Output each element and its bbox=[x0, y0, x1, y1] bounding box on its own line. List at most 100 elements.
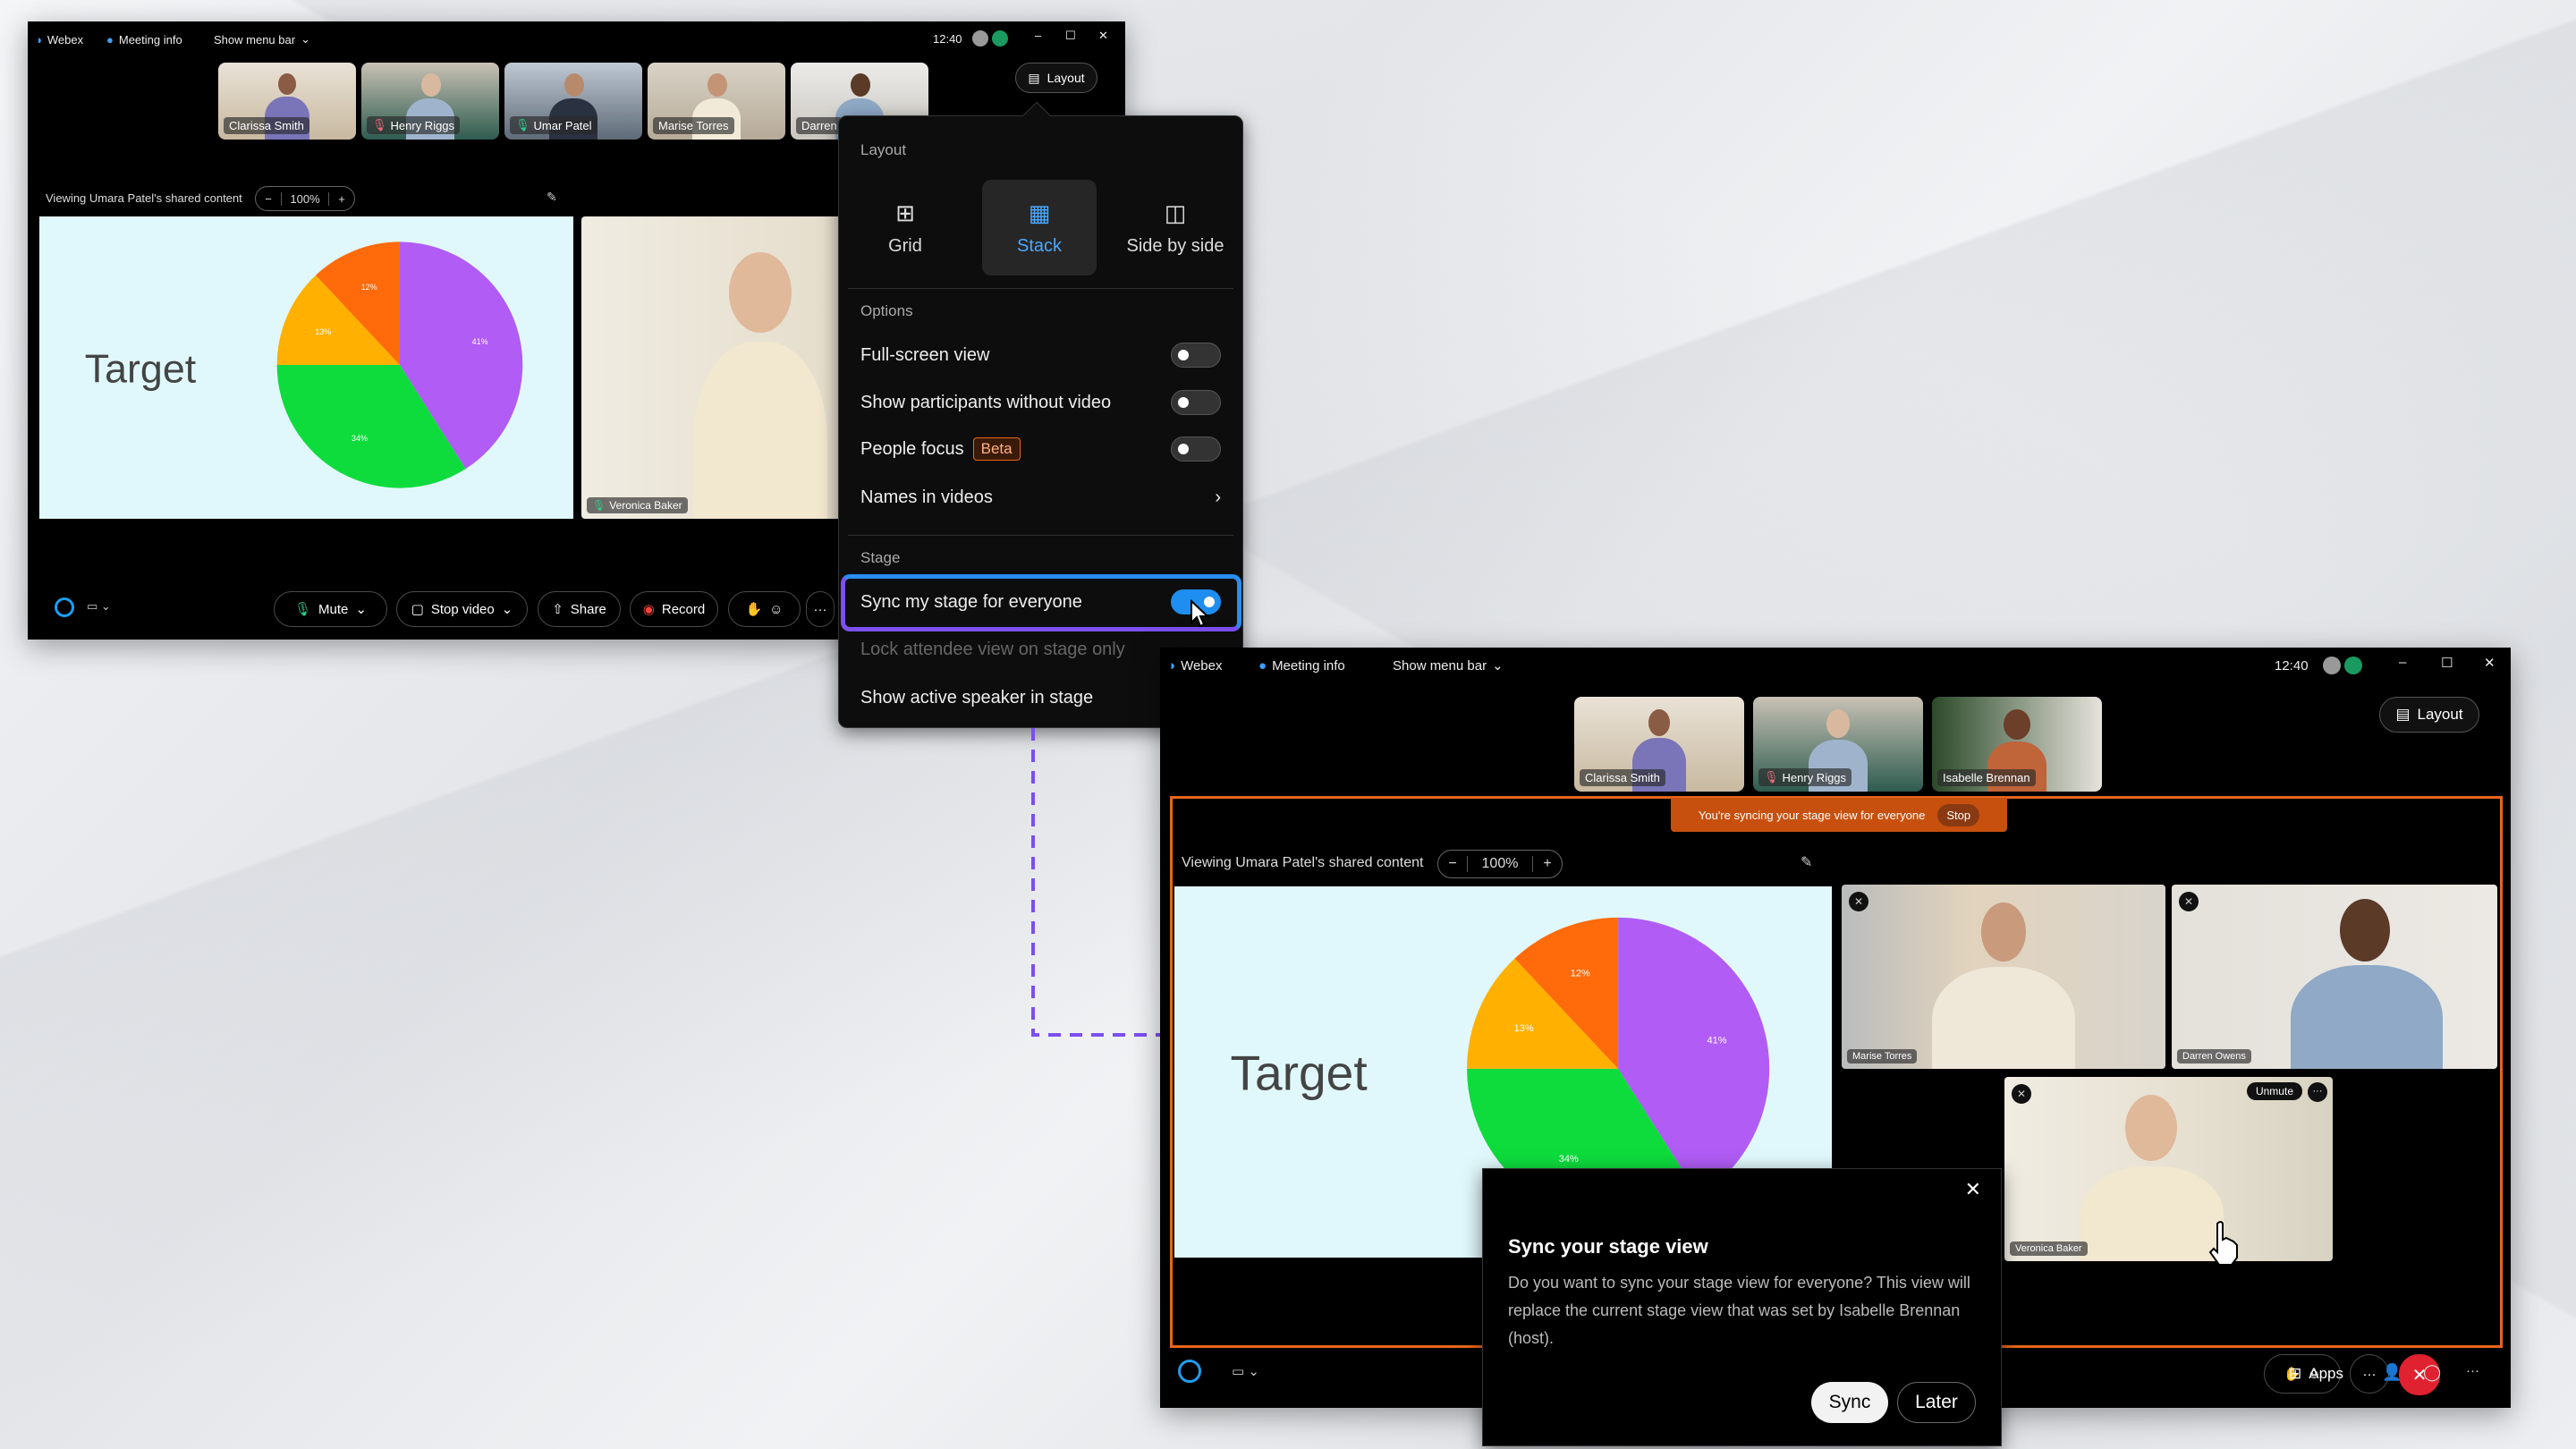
lock-status-icon[interactable] bbox=[972, 30, 988, 47]
lock-status-icon[interactable] bbox=[2323, 657, 2341, 674]
layout-label: Side by side bbox=[1126, 235, 1224, 256]
name-text: Clarissa Smith bbox=[229, 119, 304, 132]
later-button[interactable]: Later bbox=[1897, 1382, 1976, 1423]
chevron-down-icon: ⌄ bbox=[355, 602, 367, 617]
option-sync-stage[interactable]: Sync my stage for everyone bbox=[860, 584, 1221, 620]
option-label: Names in videos bbox=[860, 487, 993, 507]
video-more-button[interactable]: ··· bbox=[2308, 1082, 2327, 1102]
show-menu-bar-button[interactable]: Show menu bar ⌄ bbox=[214, 32, 310, 47]
info-icon: ● bbox=[1258, 657, 1267, 674]
annotate-icon[interactable]: ✎ bbox=[1801, 853, 1812, 871]
minimize-button[interactable]: – bbox=[1035, 29, 1041, 42]
stop-video-button[interactable]: ▢ Stop video ⌄ bbox=[396, 591, 528, 627]
pie-slice-label: 12% bbox=[361, 283, 377, 292]
participant-name: Marise Torres bbox=[653, 117, 734, 134]
title-bar: ◑ Webex ● Meeting info Show menu bar ⌄ 12:4… bbox=[1160, 648, 2511, 683]
options-heading: Options bbox=[860, 302, 913, 319]
zoom-control: −100% + bbox=[1437, 850, 1563, 878]
viewing-label: Viewing Umara Patel's shared content bbox=[46, 191, 242, 205]
participant-name: 🎙 Umar Patel bbox=[510, 116, 597, 134]
mute-button[interactable]: 🎙 Mute ⌄ bbox=[274, 591, 387, 627]
stage-video[interactable]: ✕ Darren Owens bbox=[2172, 885, 2497, 1069]
participant-thumbnail[interactable]: Clarissa Smith bbox=[1574, 697, 1744, 792]
participants-without-video-toggle[interactable] bbox=[1171, 390, 1221, 415]
participant-name: Darren Owens bbox=[2177, 1049, 2251, 1063]
option-participants-without-video[interactable]: Show participants without video bbox=[860, 385, 1221, 420]
webex-app: ◑ Webex bbox=[35, 33, 83, 47]
meeting-info-button[interactable]: ● Meeting info bbox=[106, 33, 182, 47]
app-name: Webex bbox=[47, 32, 84, 47]
zoom-out-button[interactable]: − bbox=[1438, 856, 1467, 872]
layout-button[interactable]: ▤ Layout bbox=[2379, 697, 2479, 733]
mic-icon: 🎙 bbox=[592, 499, 606, 512]
stage-video[interactable]: ✕ Unmute ··· Veronica Baker bbox=[2004, 1077, 2333, 1261]
zoom-in-button[interactable]: + bbox=[1533, 856, 1562, 872]
sync-banner-text: You're syncing your stage view for every… bbox=[1698, 808, 1926, 822]
participant-thumbnail[interactable]: Marise Torres bbox=[648, 63, 785, 140]
minimize-button[interactable]: – bbox=[2399, 655, 2406, 670]
chat-icon[interactable]: ◯ bbox=[2423, 1363, 2441, 1382]
reactions-button[interactable]: ✋ ☺ bbox=[728, 591, 801, 627]
layout-stack[interactable]: ▦ Stack bbox=[982, 180, 1097, 275]
pie-slice-label: 41% bbox=[472, 337, 488, 346]
shared-slide: Target 41% 34% 13% 12% bbox=[39, 216, 573, 519]
participant-thumbnail[interactable]: 🎙 Umar Patel bbox=[504, 63, 642, 140]
close-button[interactable]: ✕ bbox=[2484, 655, 2496, 671]
record-button[interactable]: ◉ Record bbox=[630, 591, 718, 627]
option-full-screen[interactable]: Full-screen view bbox=[860, 337, 1221, 373]
close-dialog-button[interactable]: ✕ bbox=[1965, 1178, 1981, 1201]
divider bbox=[848, 535, 1233, 536]
option-people-focus[interactable]: People focus Beta bbox=[860, 431, 1221, 467]
stage-video[interactable]: ✕ Marise Torres bbox=[1842, 885, 2165, 1069]
side-by-side-icon: ◫ bbox=[1164, 199, 1187, 226]
people-focus-toggle[interactable] bbox=[1171, 436, 1221, 462]
maximize-button[interactable]: ☐ bbox=[1065, 29, 1076, 43]
raise-hand-icon: ✋ bbox=[745, 602, 763, 617]
signal-icon[interactable] bbox=[992, 30, 1008, 47]
full-screen-toggle[interactable] bbox=[1171, 343, 1221, 368]
mic-icon: 🎙 bbox=[515, 118, 530, 131]
share-button[interactable]: ⇧ Share bbox=[538, 591, 621, 627]
zoom-out-button[interactable]: − bbox=[256, 192, 281, 206]
chevron-down-icon: ⌄ bbox=[301, 32, 310, 46]
show-menu-bar-button[interactable]: Show menu bar ⌄ bbox=[1393, 657, 1504, 674]
participant-thumbnail[interactable]: Clarissa Smith bbox=[218, 63, 356, 140]
mic-muted-icon: ✕ bbox=[1849, 892, 1868, 911]
annotate-icon[interactable]: ✎ bbox=[547, 190, 557, 205]
participant-thumbnail[interactable]: Isabelle Brennan bbox=[1932, 697, 2102, 792]
participant-thumbnail[interactable]: 🎙 Henry Riggs bbox=[361, 63, 499, 140]
stack-icon: ▦ bbox=[1028, 199, 1051, 226]
ai-assistant-icon[interactable] bbox=[55, 597, 74, 617]
pie-slice-label: 13% bbox=[315, 327, 331, 336]
more-button[interactable]: ··· bbox=[806, 591, 835, 627]
maximize-button[interactable]: ☐ bbox=[2441, 655, 2453, 671]
sync-dialog: ✕ Sync your stage view Do you want to sy… bbox=[1482, 1168, 2002, 1446]
meeting-info-button[interactable]: ● Meeting info bbox=[1258, 658, 1345, 674]
share-icon: ⇧ bbox=[552, 602, 564, 617]
zoom-in-button[interactable]: + bbox=[329, 192, 354, 206]
emoji-icon: ☺ bbox=[769, 601, 784, 617]
apps-button[interactable]: ⊞ Apps bbox=[2289, 1365, 2343, 1383]
participant-thumbnail[interactable]: 🎙 Henry Riggs bbox=[1753, 697, 1923, 792]
close-button[interactable]: ✕ bbox=[1098, 29, 1108, 43]
participant-name: Darren bbox=[796, 117, 843, 134]
option-names-in-videos[interactable]: Names in videos › bbox=[860, 479, 1221, 515]
apps-icon: ⊞ bbox=[2289, 1365, 2302, 1382]
stop-sync-button[interactable]: Stop bbox=[1937, 803, 1980, 826]
participants-panel-button[interactable]: 👤 bbox=[2382, 1363, 2402, 1382]
layout-button[interactable]: ▤ Layout bbox=[1015, 63, 1097, 93]
signal-icon[interactable] bbox=[2344, 657, 2362, 674]
ai-assistant-icon[interactable] bbox=[1178, 1360, 1201, 1383]
stop-video-label: Stop video bbox=[430, 601, 495, 617]
more-options-icon[interactable]: ··· bbox=[2466, 1363, 2479, 1378]
sync-button[interactable]: Sync bbox=[1811, 1382, 1888, 1423]
captions-button[interactable]: ▭ ⌄ bbox=[1232, 1363, 1259, 1379]
option-label: Sync my stage for everyone bbox=[860, 591, 1082, 612]
name-text: Darren bbox=[801, 119, 837, 132]
record-icon: ◉ bbox=[642, 602, 655, 617]
layout-side-by-side[interactable]: ◫ Side by side bbox=[1110, 180, 1241, 275]
participant-name: Isabelle Brennan bbox=[1937, 769, 2036, 786]
captions-button[interactable]: ▭ ⌄ bbox=[87, 599, 111, 614]
unmute-button[interactable]: Unmute bbox=[2246, 1082, 2302, 1100]
layout-grid[interactable]: ⊞ Grid bbox=[848, 180, 962, 275]
